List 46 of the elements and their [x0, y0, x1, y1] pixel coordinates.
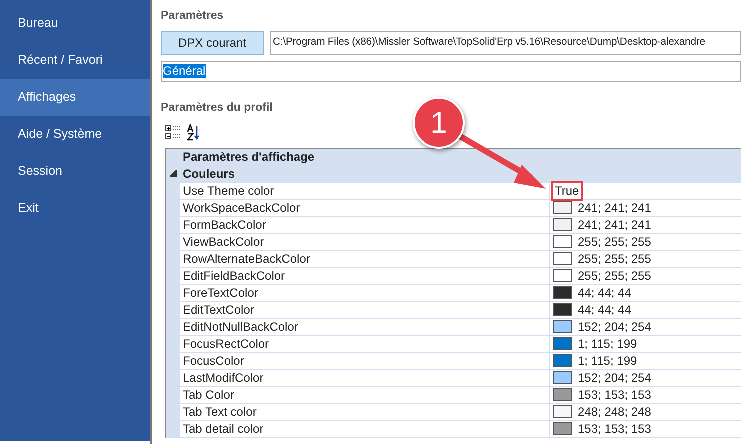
- callout-badge: 1: [413, 97, 465, 149]
- sidebar-item[interactable]: Récent / Favori: [0, 42, 150, 79]
- property-name: Tab Color: [180, 386, 550, 402]
- collapse-triangle-icon[interactable]: [170, 170, 176, 177]
- property-name: FormBackColor: [180, 216, 550, 232]
- sidebar-item[interactable]: Aide / Système: [0, 116, 150, 153]
- property-name: FocusRectColor: [180, 336, 550, 352]
- section-title: Paramètres: [161, 9, 225, 24]
- property-name: LastModifColor: [180, 370, 550, 386]
- sidebar-item[interactable]: Bureau: [0, 5, 150, 42]
- property-value[interactable]: 241; 241; 241: [578, 200, 652, 216]
- property-name: Tab detail color: [180, 420, 550, 436]
- section-title: Paramètres du profil: [161, 101, 274, 116]
- property-value[interactable]: 255; 255; 255: [578, 234, 652, 250]
- profile-field[interactable]: Général: [161, 61, 741, 82]
- property-value[interactable]: 255; 255; 255: [578, 268, 652, 284]
- property-value[interactable]: 153; 153; 153: [578, 420, 652, 436]
- property-value[interactable]: 152; 204; 254: [578, 318, 652, 334]
- property-value[interactable]: True: [553, 182, 582, 198]
- property-name: EditFieldBackColor: [180, 268, 550, 284]
- property-name: EditTextColor: [180, 302, 550, 318]
- property-value[interactable]: 153; 153; 153: [578, 386, 652, 402]
- property-name: ForeTextColor: [180, 284, 550, 300]
- property-name: FocusColor: [180, 352, 550, 368]
- property-name: Tab Text color: [180, 404, 550, 420]
- property-value[interactable]: 248; 248; 248: [578, 404, 652, 420]
- group-header[interactable]: Couleurs: [180, 166, 741, 182]
- sort-icon[interactable]: [187, 124, 201, 142]
- property-value[interactable]: 1; 115; 199: [578, 336, 638, 352]
- property-name: ViewBackColor: [180, 234, 550, 250]
- categorized-icon[interactable]: [165, 124, 181, 140]
- property-value[interactable]: 241; 241; 241: [578, 216, 652, 232]
- sidebar-item[interactable]: Session: [0, 153, 150, 190]
- category-header: Paramètres d'affichage: [180, 148, 741, 164]
- property-name: EditNotNullBackColor: [180, 318, 550, 334]
- property-name: WorkSpaceBackColor: [180, 200, 550, 216]
- dpx-button[interactable]: DPX courant: [161, 31, 264, 56]
- property-value[interactable]: 255; 255; 255: [578, 250, 652, 266]
- property-name: RowAlternateBackColor: [180, 250, 550, 266]
- property-value[interactable]: 1; 115; 199: [578, 352, 638, 368]
- path-field[interactable]: C:\Program Files (x86)\Missler Software\TopSolid'Erp v5.16\Resource\Dump\Desktop-alexandre: [270, 31, 741, 56]
- property-value[interactable]: 44; 44; 44: [578, 284, 632, 300]
- sidebar-item[interactable]: Exit: [0, 190, 150, 227]
- sidebar-item[interactable]: Affichages: [0, 79, 150, 116]
- property-value[interactable]: 44; 44; 44: [578, 302, 632, 318]
- property-value[interactable]: 152; 204; 254: [578, 370, 652, 386]
